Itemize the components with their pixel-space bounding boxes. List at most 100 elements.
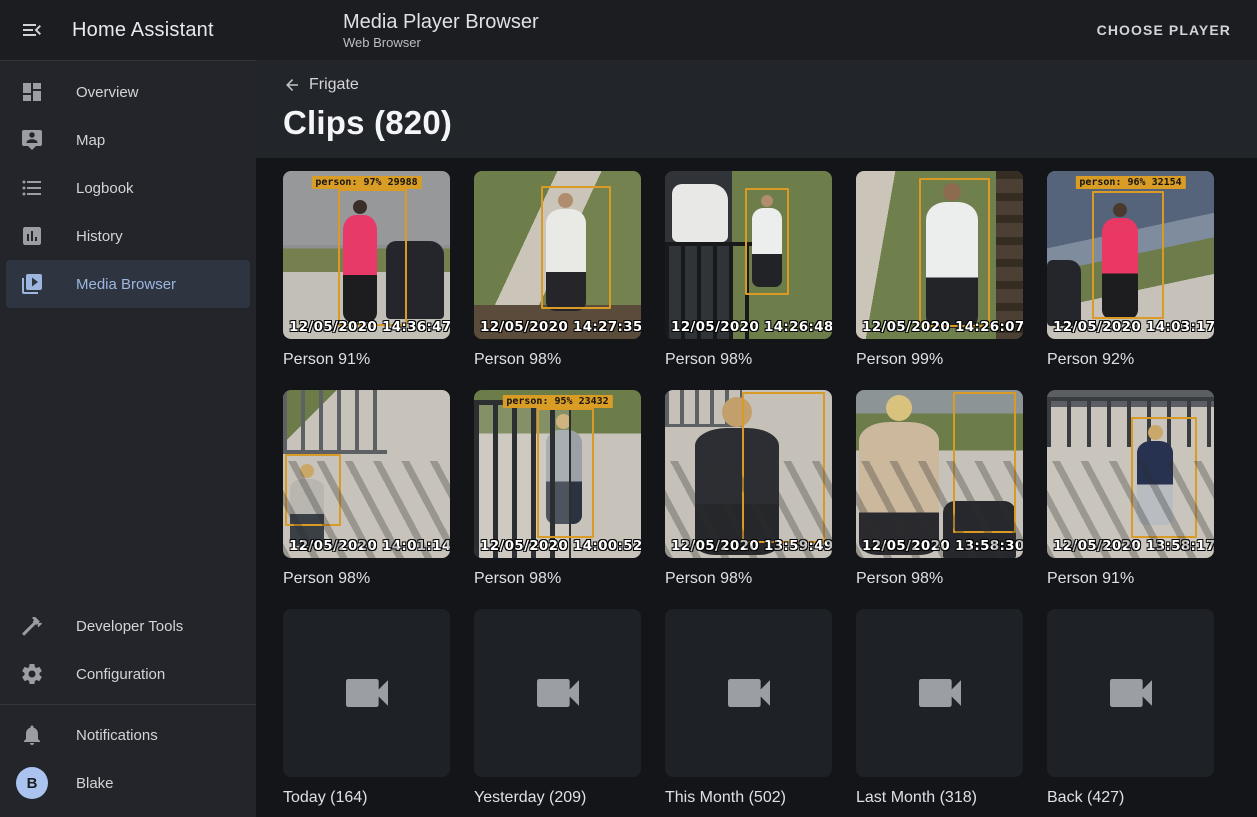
folder-card-this-month[interactable]: This Month (502) [665,609,832,807]
clip-thumbnail: person: 97% 29988 12/05/2020 14:36:47 [283,171,450,339]
user-avatar[interactable]: B [16,767,48,799]
sidebar-item-history[interactable]: History [6,212,250,260]
gear-icon [20,662,44,686]
clip-photo: 12/05/2020 14:27:35 [474,171,641,339]
view-dashboard-icon [20,80,44,104]
play-box-multiple-icon [20,272,44,296]
folder-card-today[interactable]: Today (164) [283,609,450,807]
clip-thumbnail: person: 95% 23432 12/05/2020 14:00:52 [474,390,641,558]
detection-box [953,392,1016,533]
sidebar-item-label: History [76,228,123,245]
sidebar-item-media-browser[interactable]: Media Browser [6,260,250,308]
arrow-left-icon [283,76,301,94]
sidebar-item-overview[interactable]: Overview [6,68,250,116]
folder-card-yesterday[interactable]: Yesterday (209) [474,609,641,807]
folder-card-back[interactable]: Back (427) [1047,609,1214,807]
sidebar: Overview Map Logbook History [0,60,256,817]
detection-box [338,189,406,325]
clip-card[interactable]: person: 96% 32154 12/05/2020 14:03:17 Pe… [1047,171,1214,369]
clip-card[interactable]: 12/05/2020 14:27:35 Person 98% [474,171,641,369]
sidebar-item-label: Overview [76,84,139,101]
detection-box [742,392,826,543]
folder-card-last-month[interactable]: Last Month (318) [856,609,1023,807]
sidebar-item-notifications[interactable]: Notifications [6,711,250,759]
timestamp-overlay: 12/05/2020 14:00:52 [480,538,641,554]
main-pane: Frigate Clips (820) person: 97% 29988 12… [256,60,1257,817]
clip-card[interactable]: 12/05/2020 14:26:07 Person 99% [856,171,1023,369]
person-figure [290,464,324,546]
page-header: Frigate Clips (820) [256,60,1257,158]
timestamp-overlay: 12/05/2020 13:59:49 [671,538,832,554]
clip-photo: 12/05/2020 13:59:49 [665,390,832,558]
clip-card[interactable]: 12/05/2020 14:26:48 Person 98% [665,171,832,369]
clip-card[interactable]: 12/05/2020 13:59:49 Person 98% [665,390,832,588]
clip-label: Person 92% [1047,351,1214,369]
sidebar-divider [0,704,256,705]
timestamp-overlay: 12/05/2020 14:26:07 [862,319,1023,335]
clip-label: Person 98% [665,351,832,369]
clips-content: person: 97% 29988 12/05/2020 14:36:47 Pe… [256,158,1257,817]
sidebar-toggle-button[interactable] [18,16,46,44]
sidebar-item-label: Configuration [76,666,165,683]
detection-box [541,186,611,309]
clip-label: Person 98% [856,570,1023,588]
detection-box [1092,191,1164,319]
menu-open-icon [20,18,44,42]
folder-label: Yesterday (209) [474,789,641,807]
toolbar-main: Media Player Browser Web Browser CHOOSE … [256,11,1257,50]
clip-photo: 12/05/2020 13:58:30 [856,390,1023,558]
sidebar-item-map[interactable]: Map [6,116,250,164]
sidebar-item-logbook[interactable]: Logbook [6,164,250,212]
folder-label: Last Month (318) [856,789,1023,807]
clip-card[interactable]: 12/05/2020 14:01:14 Person 98% [283,390,450,588]
detection-box [1131,417,1198,538]
sidebar-item-configuration[interactable]: Configuration [6,650,250,698]
detection-box [919,178,989,328]
car-shape [672,184,729,241]
breadcrumb[interactable]: Frigate [283,76,359,94]
detection-tag: person: 95% 23432 [502,395,612,408]
detection-tag: person: 97% 29988 [311,176,421,189]
stroller-shape [943,501,1016,558]
sidebar-spacer [0,308,256,602]
chart-box-icon [20,224,44,248]
folder-thumbnail [1047,609,1214,777]
video-camera-icon [530,665,586,721]
clip-photo: 12/05/2020 14:01:14 [283,390,450,558]
clip-thumbnail: 12/05/2020 14:01:14 [283,390,450,558]
app-toolbar: Home Assistant Media Player Browser Web … [0,0,1257,60]
sidebar-item-label: Media Browser [76,276,176,293]
choose-player-button[interactable]: CHOOSE PLAYER [1091,14,1237,46]
timestamp-overlay: 12/05/2020 14:01:14 [289,538,450,554]
clip-thumbnail: 12/05/2020 13:58:17 [1047,390,1214,558]
page-title: Clips (820) [283,104,1257,142]
list-bulleted-icon [20,176,44,200]
clip-thumbnail: 12/05/2020 14:27:35 [474,171,641,339]
folder-thumbnail [856,609,1023,777]
clip-label: Person 91% [283,351,450,369]
clip-thumbnail: 12/05/2020 14:26:07 [856,171,1023,339]
clip-label: Person 98% [474,570,641,588]
timestamp-overlay: 12/05/2020 13:58:30 [862,538,1023,554]
sidebar-item-label: Map [76,132,105,149]
video-camera-icon [721,665,777,721]
person-figure [859,395,939,555]
sidebar-nav: Overview Map Logbook History [0,61,256,308]
folder-label: Today (164) [283,789,450,807]
detection-box [285,454,342,526]
stroller-shape [1047,260,1081,326]
clip-photo: 12/05/2020 14:26:48 [665,171,832,339]
user-name: Blake [76,775,114,792]
clip-card[interactable]: person: 97% 29988 12/05/2020 14:36:47 Pe… [283,171,450,369]
clip-photo: person: 95% 23432 12/05/2020 14:00:52 [474,390,641,558]
clip-card[interactable]: person: 95% 23432 12/05/2020 14:00:52 Pe… [474,390,641,588]
clip-card[interactable]: 12/05/2020 13:58:30 Person 98% [856,390,1023,588]
porch-shape [996,171,1023,339]
sidebar-item-user[interactable]: B Blake [6,759,250,807]
clip-card[interactable]: 12/05/2020 13:58:17 Person 91% [1047,390,1214,588]
hammer-icon [20,614,44,638]
sidebar-item-developer-tools[interactable]: Developer Tools [6,602,250,650]
detection-tag: person: 96% 32154 [1075,176,1185,189]
clip-label: Person 98% [283,570,450,588]
folder-label: This Month (502) [665,789,832,807]
